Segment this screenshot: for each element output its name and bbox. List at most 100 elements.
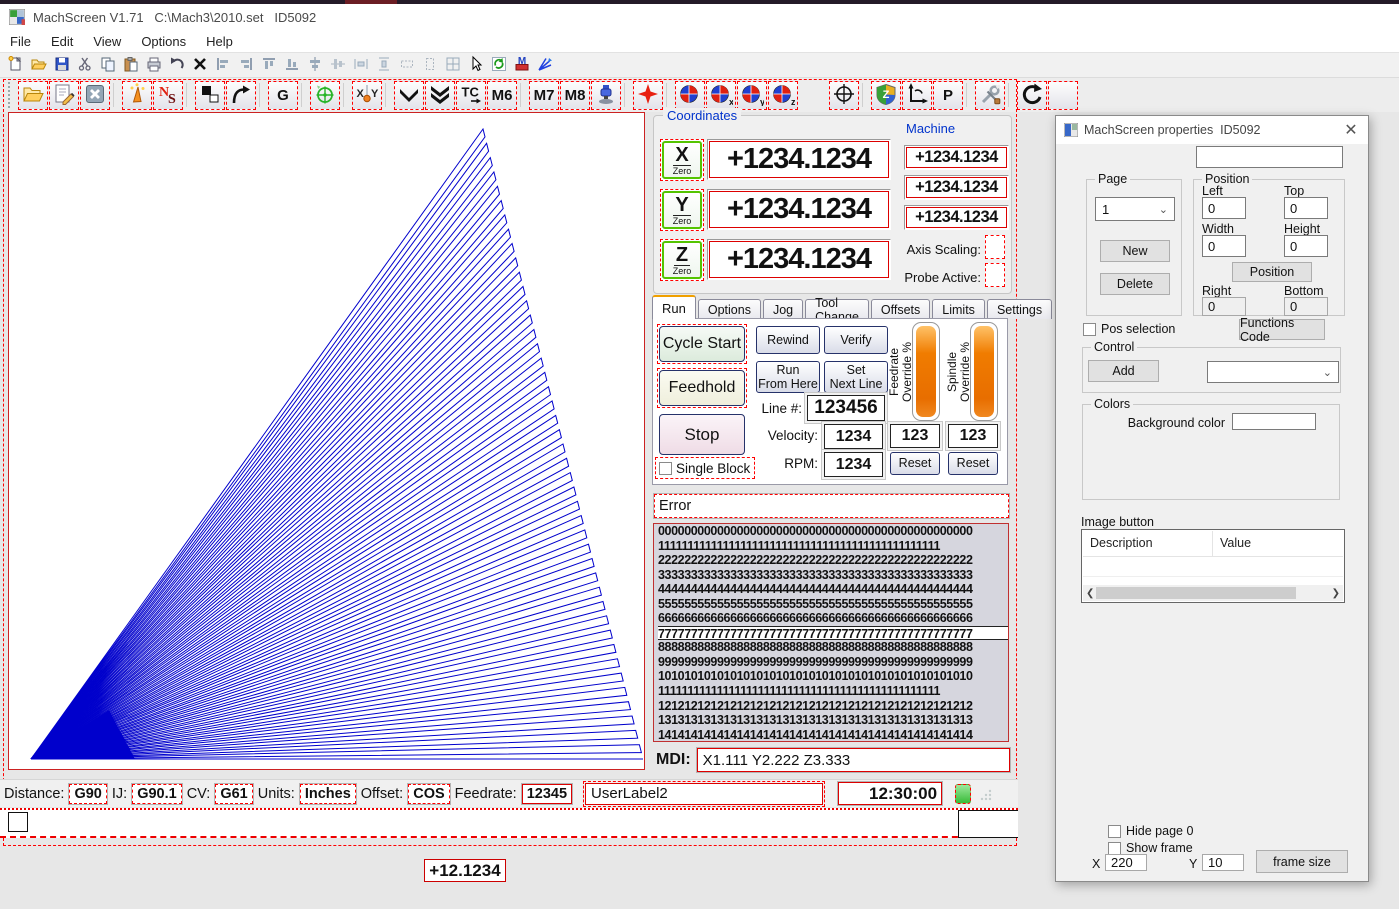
status-user-label[interactable]: UserLabel2: [583, 780, 826, 807]
toolbar-button-space-v[interactable]: [372, 54, 395, 76]
page-select[interactable]: 1 ⌄: [1095, 197, 1175, 221]
menu-item-help[interactable]: Help: [196, 32, 243, 51]
pos-selection-checkbox[interactable]: Pos selection: [1083, 322, 1175, 336]
bottom-left-box[interactable]: [8, 812, 28, 832]
zero-y-button[interactable]: Y Zero: [660, 189, 704, 231]
toolbar-button-g-letter-g[interactable]: G: [268, 80, 298, 110]
dialog-name-field[interactable]: [1196, 146, 1343, 168]
toolbar-button-cut[interactable]: [73, 54, 96, 76]
toolbar-button-quad-circle-z[interactable]: z: [768, 80, 798, 110]
tab-settings[interactable]: Settings: [986, 299, 1053, 319]
menu-item-edit[interactable]: Edit: [41, 32, 83, 51]
spindle-reset-button[interactable]: Reset: [948, 452, 998, 475]
frame-x-field[interactable]: 220: [1105, 854, 1147, 871]
zero-x-button[interactable]: X Zero: [660, 139, 704, 181]
toolbar-button-copy[interactable]: [96, 54, 119, 76]
gcode-line[interactable]: 1414141414141414141414141414141414141414…: [658, 728, 1008, 741]
page-delete-button[interactable]: Delete: [1100, 273, 1170, 295]
scroll-right-icon[interactable]: ❯: [1332, 588, 1343, 599]
toolbar-button-wand[interactable]: [122, 80, 152, 110]
status-value-offset[interactable]: COS: [408, 783, 450, 804]
tab-tool-change[interactable]: Tool Change: [805, 296, 869, 324]
tab-offsets[interactable]: Offsets: [870, 299, 931, 319]
scrollbar-thumb[interactable]: [1096, 587, 1297, 599]
toolbar-grip[interactable]: [8, 82, 15, 108]
toolbar-button-m-code-m7[interactable]: M7: [529, 80, 559, 110]
toolbar-button-tc[interactable]: TC: [456, 80, 486, 110]
frame-size-button[interactable]: frame size: [1256, 850, 1348, 873]
control-select[interactable]: ⌄: [1207, 361, 1339, 383]
menu-item-file[interactable]: File: [0, 32, 41, 51]
toolbar-button-crosshair[interactable]: [829, 80, 859, 110]
gcode-line[interactable]: 9999999999999999999999999999999999999999…: [658, 655, 1008, 670]
velocity-dro[interactable]: 1234: [824, 424, 883, 449]
toolbar-button-green-target[interactable]: [310, 80, 340, 110]
position-height-field[interactable]: 0: [1284, 235, 1328, 257]
feedrate-override-slider[interactable]: [912, 322, 940, 421]
toolbar-button-print[interactable]: [142, 54, 165, 76]
image-button-table[interactable]: Description Value ❮ ❯: [1081, 529, 1345, 603]
zero-z-button[interactable]: Z Zero: [660, 239, 704, 281]
gcode-line[interactable]: 3333333333333333333333333333333333333333…: [658, 568, 1008, 583]
line-number-dro[interactable]: 123456: [807, 395, 885, 421]
feedrate-reset-button[interactable]: Reset: [890, 452, 940, 475]
feedhold-button[interactable]: Feedhold: [657, 368, 747, 408]
toolbar-button-chart-fan[interactable]: [533, 54, 556, 76]
feedrate-override-dro[interactable]: 123: [890, 424, 940, 448]
toolbar-button-export-m[interactable]: M: [510, 54, 533, 76]
gcode-line[interactable]: 5555555555555555555555555555555555555555…: [658, 597, 1008, 612]
set-next-line-button[interactable]: Set Next Line: [824, 361, 888, 393]
gcode-line[interactable]: 4444444444444444444444444444444444444444…: [658, 582, 1008, 597]
verify-button[interactable]: Verify: [824, 326, 888, 354]
toolbar-button-spindle[interactable]: [591, 80, 621, 110]
toolbar-button-axis-return[interactable]: [902, 80, 932, 110]
toolbar-button-edit-page[interactable]: [49, 80, 79, 110]
single-block-checkbox[interactable]: Single Block: [655, 457, 755, 479]
floating-dro[interactable]: +12.1234: [424, 859, 506, 882]
gcode-line[interactable]: 1212121212121212121212121212121212121212…: [658, 699, 1008, 714]
toolbar-button-quad-circle[interactable]: [675, 80, 705, 110]
dro-y[interactable]: +1234.1234: [709, 191, 889, 228]
spindle-override-slider[interactable]: [970, 322, 998, 421]
functions-code-button[interactable]: Functions Code: [1239, 316, 1325, 344]
control-add-button[interactable]: Add: [1088, 360, 1159, 382]
toolpath-display[interactable]: [8, 112, 645, 770]
status-value-feedrate[interactable]: 12345: [521, 783, 573, 804]
toolbar-button-align-top[interactable]: [257, 54, 280, 76]
machine-dro-z[interactable]: +1234.1234: [906, 207, 1007, 228]
toolbar-button-pointer[interactable]: [464, 54, 487, 76]
toolbar-button-red-cross[interactable]: [633, 80, 663, 110]
toolbar-button-xy-plumb[interactable]: XY: [352, 80, 382, 110]
toolbar-button-tools[interactable]: [975, 80, 1005, 110]
page-new-button[interactable]: New: [1100, 240, 1170, 262]
single-block-box[interactable]: [659, 461, 672, 475]
toolbar-button-curved-arrow[interactable]: [226, 80, 256, 110]
status-value-units[interactable]: Inches: [299, 783, 356, 804]
toolbar-button-save[interactable]: [50, 54, 73, 76]
status-value-distance[interactable]: G90: [69, 783, 107, 804]
toolbar-button-undo[interactable]: [165, 54, 188, 76]
gcode-list[interactable]: 0000000000000000000000000000000000000000…: [653, 523, 1009, 742]
error-display[interactable]: Error: [654, 494, 1009, 518]
dialog-title-bar[interactable]: MachScreen properties ID5092 ✕: [1056, 116, 1368, 144]
toolbar-button-center-v[interactable]: [303, 54, 326, 76]
toolbar-button-open[interactable]: [27, 54, 50, 76]
gcode-line[interactable]: 2222222222222222222222222222222222222222…: [658, 553, 1008, 568]
gcode-line[interactable]: 0000000000000000000000000000000000000000…: [658, 524, 1008, 539]
toolbar-button-m-code-m6[interactable]: M6: [487, 80, 517, 110]
toolbar-button-p-letter-p[interactable]: P: [933, 80, 963, 110]
rewind-button[interactable]: Rewind: [756, 326, 820, 354]
stop-button[interactable]: Stop: [659, 414, 745, 455]
background-color-field[interactable]: [1232, 413, 1316, 430]
toolbar-button-center-h[interactable]: [326, 54, 349, 76]
gcode-line[interactable]: 1111111111111111111111111111111111111111…: [658, 684, 1008, 699]
position-left-field[interactable]: 0: [1202, 197, 1246, 219]
toolbar-button-align-right[interactable]: [234, 54, 257, 76]
hide-page-checkbox[interactable]: Hide page 0: [1108, 824, 1193, 838]
toolbar-button-paste[interactable]: [119, 54, 142, 76]
toolbar-button-align-bottom[interactable]: [280, 54, 303, 76]
status-value-cv[interactable]: G61: [215, 783, 253, 804]
gcode-line[interactable]: 8888888888888888888888888888888888888888…: [658, 640, 1008, 655]
dro-x[interactable]: +1234.1234: [709, 141, 889, 178]
gcode-line[interactable]: 1111111111111111111111111111111111111111…: [658, 539, 1008, 554]
